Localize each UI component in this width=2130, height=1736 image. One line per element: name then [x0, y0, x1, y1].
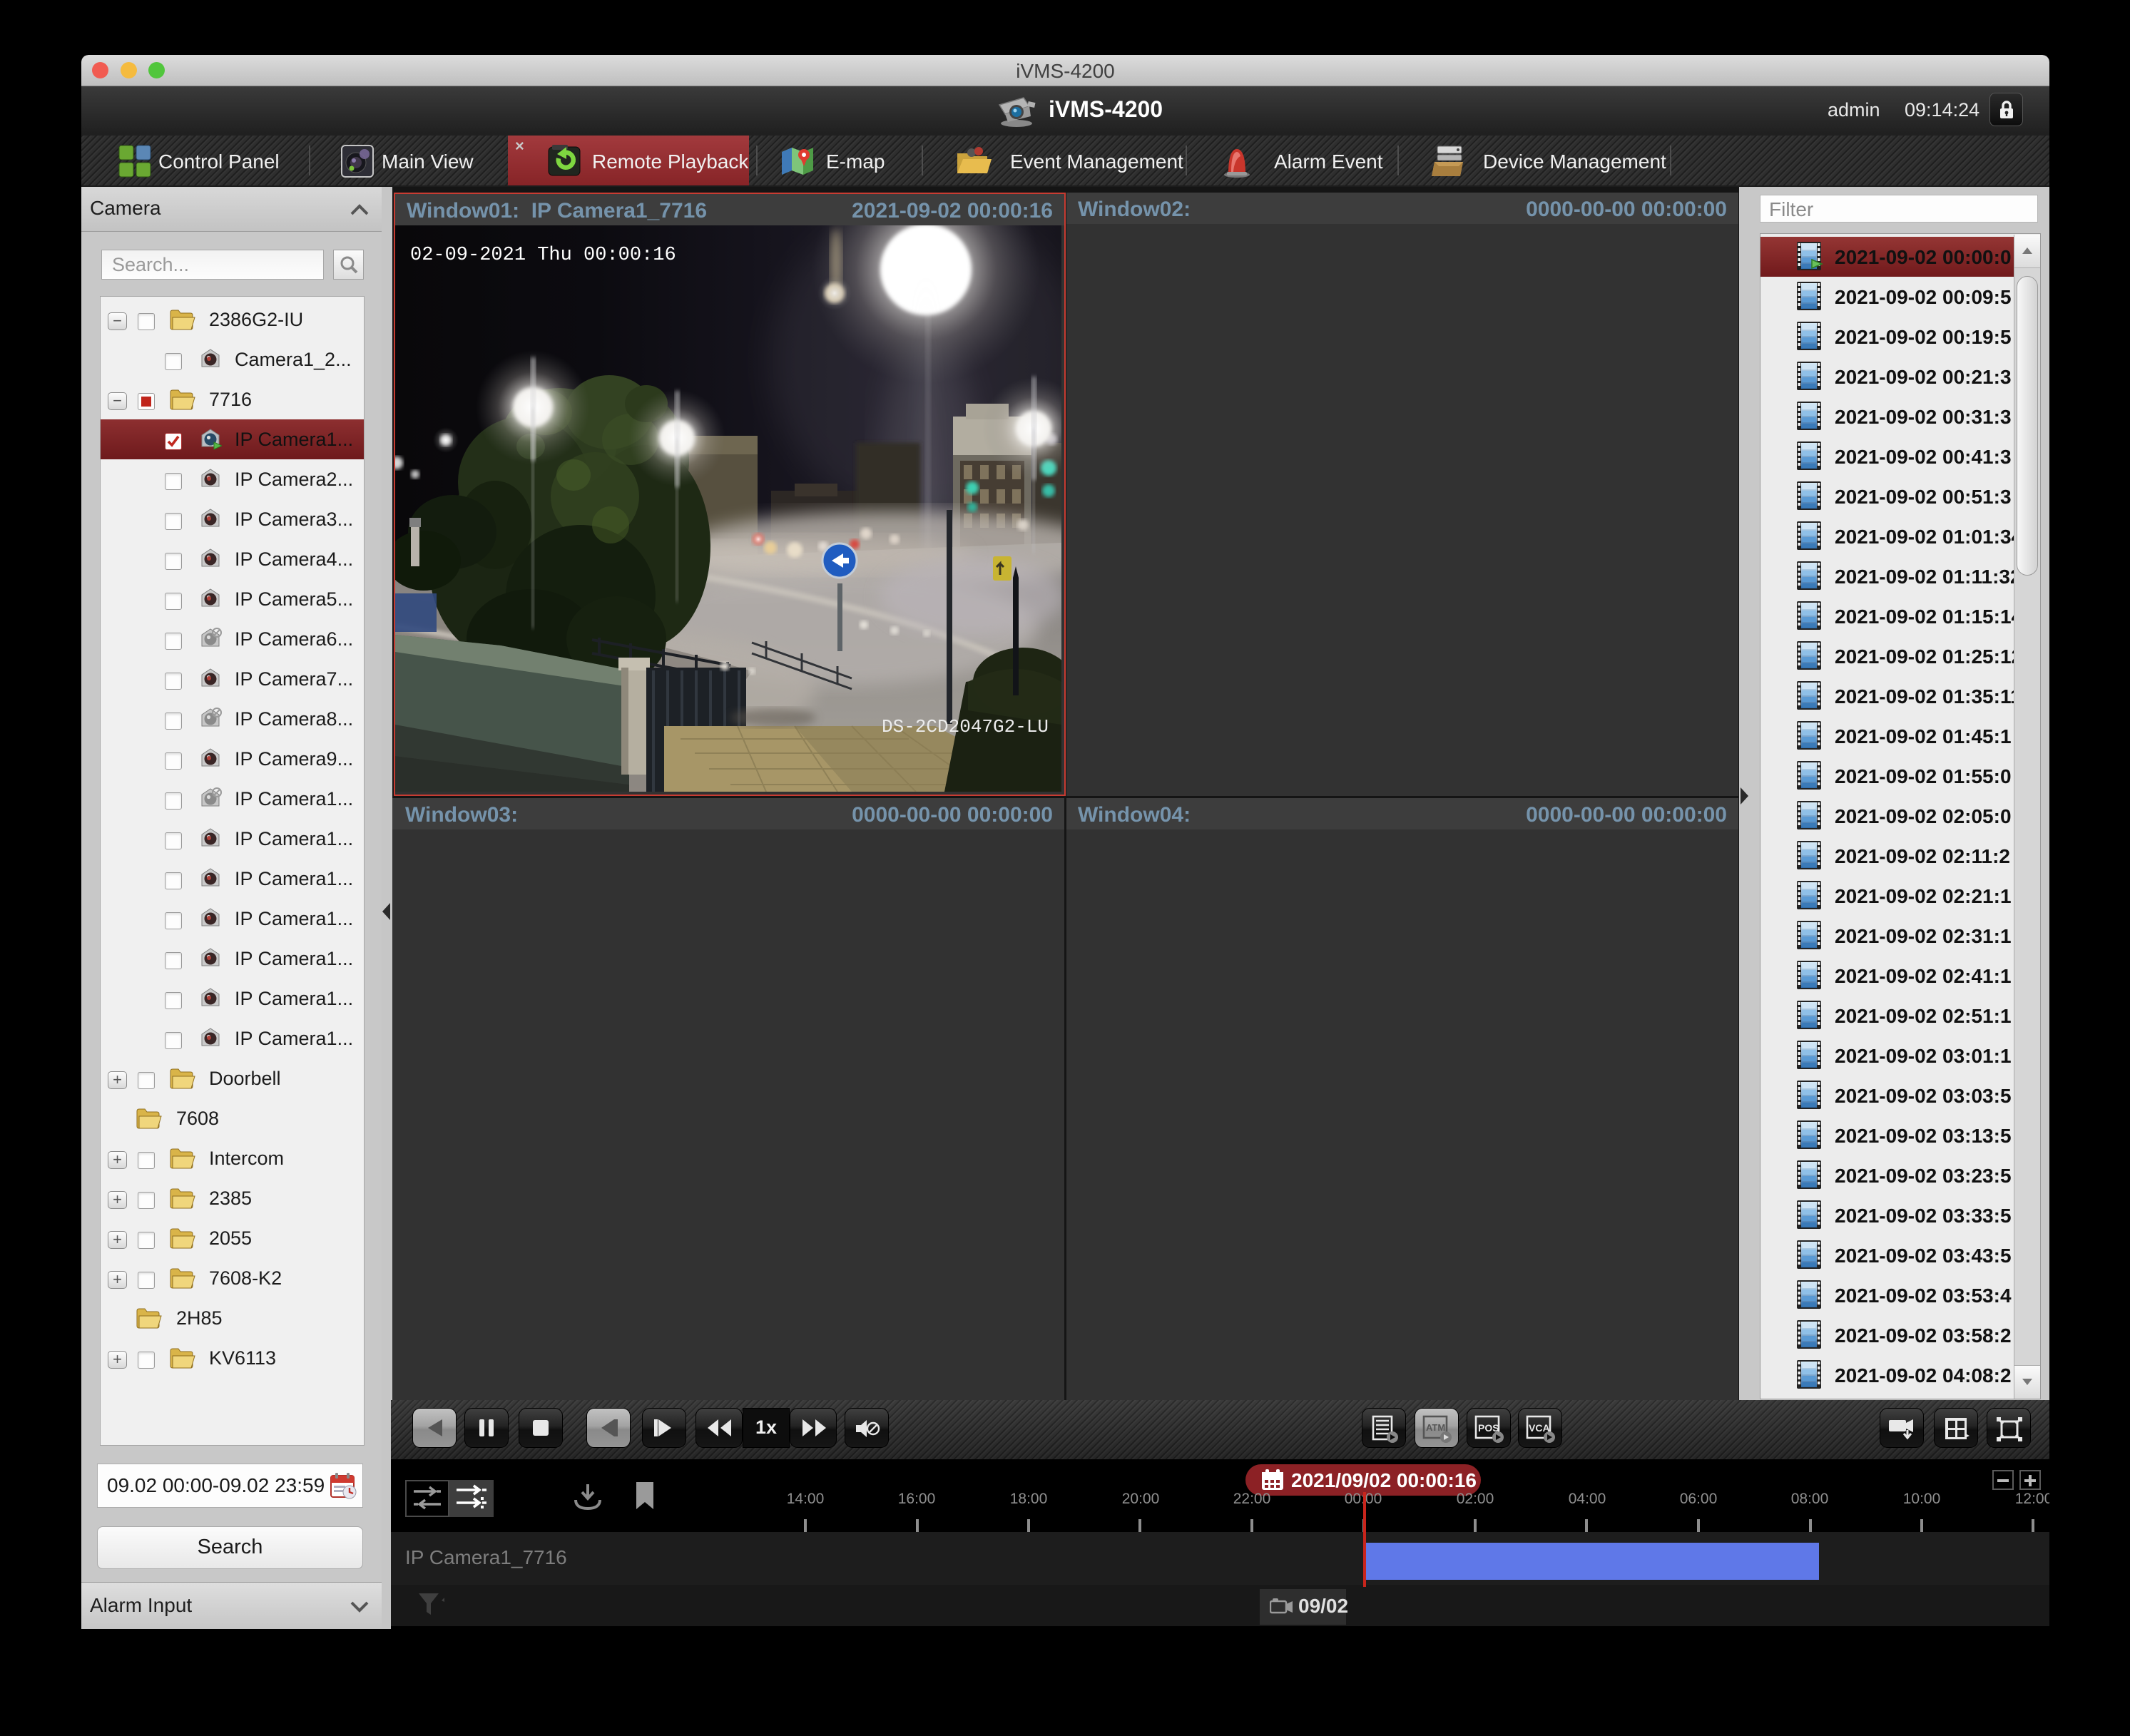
svg-text:VCA: VCA — [1529, 1422, 1550, 1434]
svg-text:02-09-2021 Thu 00:00:16: 02-09-2021 Thu 00:00:16 — [410, 245, 676, 266]
svg-text:ATM: ATM — [1426, 1422, 1445, 1433]
svg-text:DS-2CD2047G2-LU: DS-2CD2047G2-LU — [882, 716, 1049, 737]
